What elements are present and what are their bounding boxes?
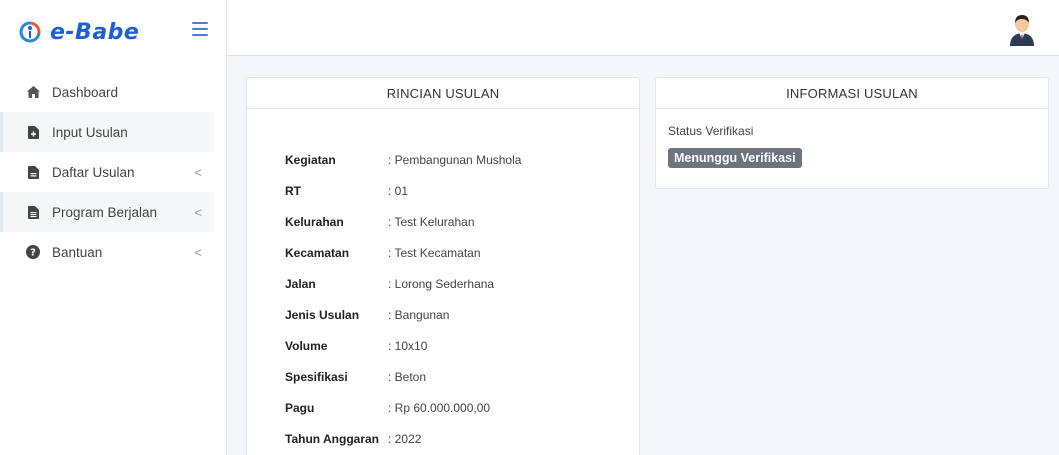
detail-value: : Rp 60.000.000,00 — [388, 400, 491, 415]
detail-key: Jalan — [285, 276, 316, 291]
sidebar-item-label: Dashboard — [52, 84, 119, 100]
sidebar-item-dashboard[interactable]: Dashboard — [0, 72, 214, 112]
detail-value: : Lorong Sederhana — [388, 276, 495, 291]
detail-row: Jenis Usulan : Bangunan — [285, 299, 521, 330]
sidebar-item-label: Bantuan — [52, 244, 103, 260]
detail-key: Kecamatan — [285, 245, 350, 260]
detail-key: Kegiatan — [285, 152, 336, 167]
menu-toggle-button[interactable] — [192, 22, 208, 36]
detail-row: Volume : 10x10 — [285, 330, 521, 361]
user-avatar-icon[interactable] — [1007, 12, 1037, 46]
detail-value: : Pembangunan Mushola — [388, 152, 522, 167]
home-icon — [26, 85, 40, 99]
detail-value: : Test Kecamatan — [388, 245, 481, 260]
detail-key: Tahun Anggaran — [285, 431, 379, 446]
rincian-usulan-card: RINCIAN USULAN Kegiatan : Pembangunan Mus… — [246, 77, 640, 455]
detail-list: Kegiatan : Pembangunan Mushola RT : 01 Kel… — [285, 144, 521, 454]
detail-row: Kegiatan : Pembangunan Mushola — [285, 144, 521, 175]
sidebar-item-input-usulan[interactable]: Input Usulan — [0, 112, 214, 152]
detail-key: RT — [285, 183, 301, 198]
detail-key: Kelurahan — [285, 214, 344, 229]
file-icon — [26, 165, 40, 179]
status-badge: Menunggu Verifikasi — [668, 148, 802, 168]
informasi-usulan-card: INFORMASI USULAN Status Verifikasi Menun… — [655, 77, 1049, 189]
chevron-left-icon: < — [194, 165, 202, 180]
sidebar-item-bantuan[interactable]: ? Bantuan < — [0, 232, 214, 272]
chevron-left-icon: < — [194, 205, 202, 220]
detail-row: RT : 01 — [285, 175, 521, 206]
sidebar-nav: Dashboard Input Usulan Daftar Usulan < P… — [0, 72, 226, 272]
sidebar-item-label: Daftar Usulan — [52, 164, 135, 180]
brand-name: e-Babe — [50, 19, 140, 45]
file-list-icon — [26, 205, 40, 219]
detail-value: : Bangunan — [388, 307, 450, 322]
detail-row: Spesifikasi : Beton — [285, 361, 521, 392]
sidebar: e-Babe Dashboard Input Usulan Daftar Usu… — [0, 0, 227, 455]
file-plus-icon — [26, 125, 40, 139]
detail-value: : 10x10 — [388, 338, 428, 353]
detail-key: Jenis Usulan — [285, 307, 360, 322]
detail-key: Pagu — [285, 400, 315, 415]
detail-row: Kecamatan : Test Kecamatan — [285, 237, 521, 268]
detail-value: : 01 — [388, 183, 409, 198]
card-title: INFORMASI USULAN — [656, 78, 1048, 109]
detail-row: Pagu : Rp 60.000.000,00 — [285, 392, 521, 423]
sidebar-item-program-berjalan[interactable]: Program Berjalan < — [0, 192, 214, 232]
card-title: RINCIAN USULAN — [247, 78, 639, 109]
sidebar-item-label: Input Usulan — [52, 124, 128, 140]
detail-value: : 2022 — [388, 431, 422, 446]
detail-row: Tahun Anggaran : 2022 — [285, 423, 521, 454]
detail-row: Jalan : Lorong Sederhana — [285, 268, 521, 299]
chevron-left-icon: < — [194, 245, 202, 260]
status-verifikasi-label: Status Verifikasi — [668, 124, 754, 138]
detail-key: Spesifikasi — [285, 369, 348, 384]
detail-value: : Beton — [388, 369, 427, 384]
topbar — [227, 0, 1059, 56]
detail-key: Volume — [285, 338, 328, 353]
sidebar-item-label: Program Berjalan — [52, 204, 158, 220]
question-circle-icon: ? — [26, 245, 40, 259]
detail-value: : Test Kelurahan — [388, 214, 475, 229]
detail-row: Kelurahan : Test Kelurahan — [285, 206, 521, 237]
brand-logo-icon — [18, 20, 42, 44]
sidebar-item-daftar-usulan[interactable]: Daftar Usulan < — [0, 152, 214, 192]
svg-text:?: ? — [30, 248, 36, 259]
